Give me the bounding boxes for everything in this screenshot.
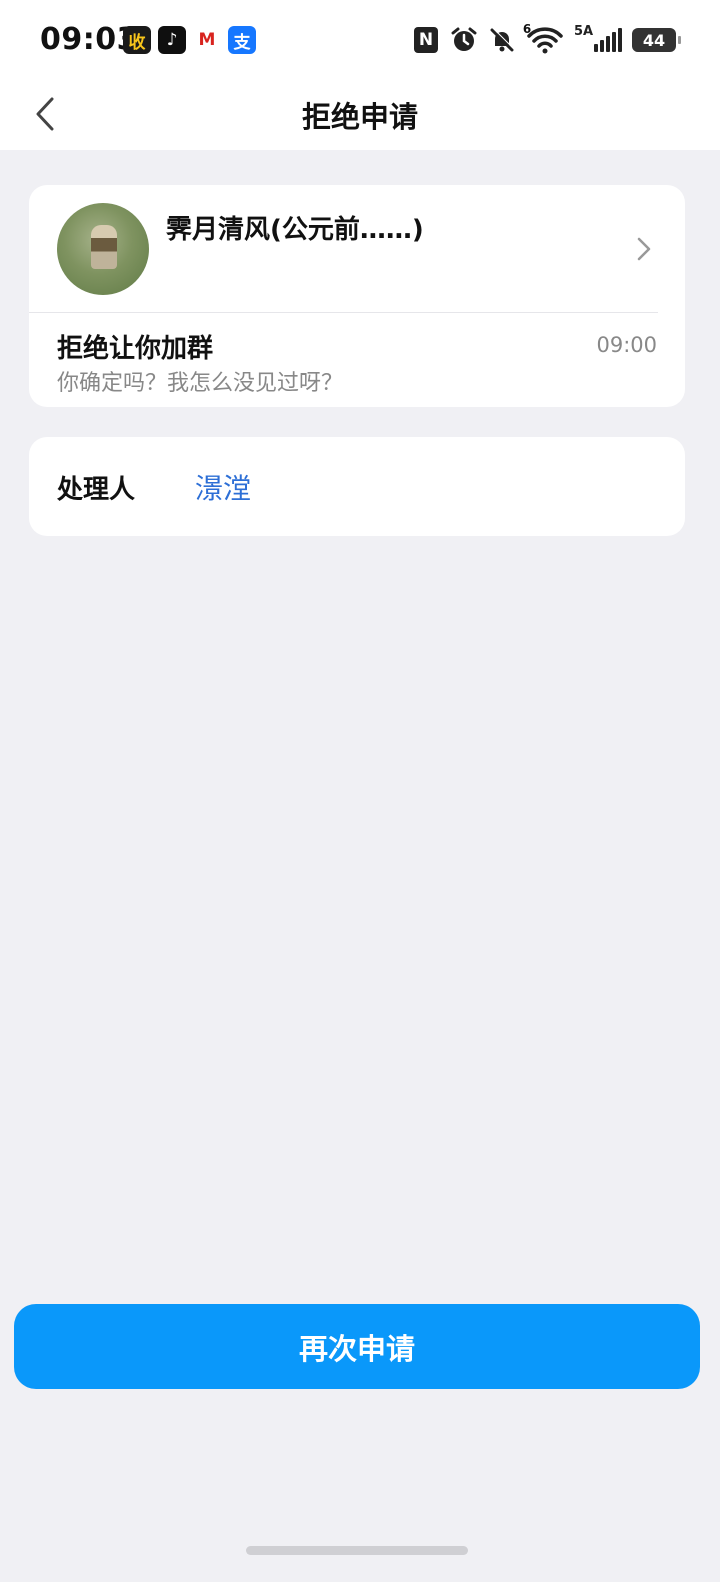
shou-app-icon: 收 <box>123 26 151 54</box>
battery-icon: 44 <box>632 28 681 52</box>
requester-row[interactable]: 霁月清风(公元前……) <box>29 185 685 312</box>
request-title: 拒绝让你加群 <box>57 334 214 364</box>
handler-label: 处理人 <box>57 475 136 505</box>
avatar-figure <box>91 225 117 269</box>
request-message: 你确定吗？我怎么没见过呀？ <box>57 371 344 396</box>
alipay-app-icon: 支 <box>228 26 256 54</box>
avatar <box>57 203 149 295</box>
douyin-app-icon: ♪ <box>158 26 186 54</box>
cmb-app-icon: M <box>193 26 221 54</box>
nfc-icon: N <box>412 26 440 54</box>
notification-app-icons: 收 ♪ M 支 <box>123 26 256 54</box>
nav-bar: 拒绝申请 <box>0 80 720 150</box>
handler-card: 处理人 澋漟 <box>29 437 685 536</box>
handler-name-link[interactable]: 澋漟 <box>195 467 251 507</box>
page-title: 拒绝申请 <box>301 100 418 134</box>
requester-name: 霁月清风(公元前……) <box>166 215 424 245</box>
wifi-label: 6 <box>522 22 532 36</box>
home-indicator[interactable] <box>246 1546 468 1555</box>
reapply-button[interactable]: 再次申请 <box>14 1304 700 1389</box>
wifi-icon: 6 <box>523 22 564 54</box>
divider <box>29 312 658 313</box>
request-card: 霁月清风(公元前……) 拒绝让你加群 09:00 你确定吗？我怎么没见过呀？ <box>29 185 685 407</box>
request-time: 09:00 <box>596 333 657 357</box>
status-icons: N 6 5A 44 <box>412 22 681 54</box>
chevron-right-icon <box>637 237 651 261</box>
alarm-icon <box>450 26 478 54</box>
cellular-signal-icon: 5A <box>574 24 622 54</box>
mute-bell-icon <box>488 26 516 54</box>
status-bar: 09:03 收 ♪ M 支 N 6 5A 44 <box>0 0 720 80</box>
